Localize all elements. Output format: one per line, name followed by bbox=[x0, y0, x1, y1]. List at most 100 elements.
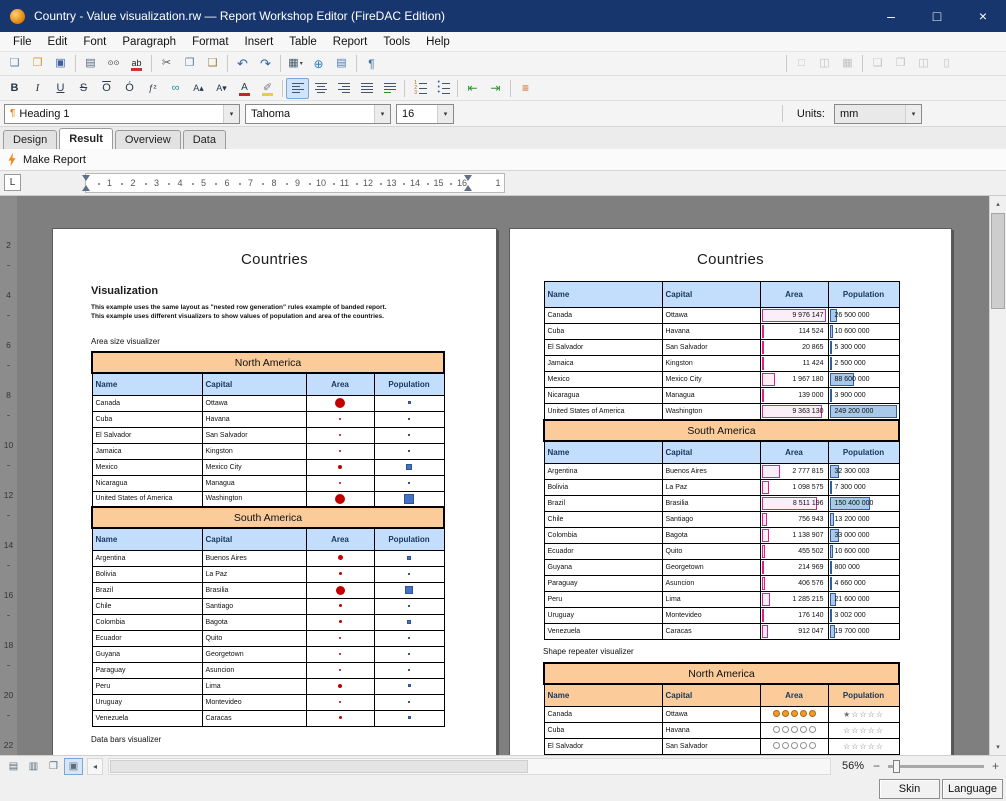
copy-icon[interactable]: ❐ bbox=[178, 53, 201, 74]
zoom-in-button[interactable]: + bbox=[989, 759, 1002, 773]
make-report-bar[interactable]: Make Report bbox=[0, 149, 1006, 171]
spellcheck-icon[interactable]: ab bbox=[125, 53, 148, 74]
report-page-right[interactable]: Countries NameCapitalAreaPopulationCanad… bbox=[509, 228, 952, 755]
language-button[interactable]: Language bbox=[942, 779, 1003, 799]
formatting-marks-icon[interactable]: ¶ bbox=[360, 53, 383, 74]
table-row: PeruLima bbox=[92, 678, 444, 694]
two-pages-view-icon[interactable]: ▣ bbox=[64, 758, 83, 775]
print-icon[interactable]: ▤ bbox=[79, 53, 102, 74]
align-justify-icon[interactable] bbox=[355, 78, 378, 99]
scroll-up-icon[interactable]: ▴ bbox=[990, 196, 1006, 212]
zoom-slider[interactable] bbox=[888, 765, 984, 768]
population-stars-cell: ☆☆☆☆☆ bbox=[828, 738, 899, 754]
horizontal-ruler[interactable]: 123456789101112131415161 bbox=[85, 173, 505, 193]
menu-table[interactable]: Table bbox=[281, 34, 325, 50]
paragraph-style-combo[interactable]: ¶ Heading 1 ▾ bbox=[4, 104, 240, 124]
grow-font-icon[interactable]: A▴ bbox=[187, 78, 210, 99]
units-combo[interactable]: mm ▾ bbox=[834, 104, 922, 124]
find-icon[interactable]: ⊙⊙ bbox=[102, 53, 125, 74]
hyperlink-icon[interactable]: ∞ bbox=[164, 78, 187, 99]
report-page-left[interactable]: Countries Visualization This example use… bbox=[52, 228, 497, 755]
cut-icon[interactable]: ✂ bbox=[155, 53, 178, 74]
underline-icon[interactable]: U bbox=[49, 78, 72, 99]
force-justify-icon[interactable] bbox=[378, 78, 401, 99]
align-left-icon[interactable] bbox=[286, 78, 309, 99]
population-bar-cell: 32 300 003 bbox=[828, 463, 899, 479]
scroll-left-icon[interactable]: ◂ bbox=[87, 758, 103, 775]
area-value: 8 511 196 bbox=[761, 496, 828, 511]
menu-font[interactable]: Font bbox=[75, 34, 114, 50]
tab-result[interactable]: Result bbox=[59, 128, 113, 149]
minimize-button[interactable]: – bbox=[868, 0, 914, 32]
menu-help[interactable]: Help bbox=[418, 34, 458, 50]
zoom-slider-thumb[interactable] bbox=[893, 760, 900, 773]
align-right-icon[interactable] bbox=[332, 78, 355, 99]
left-indent-marker[interactable] bbox=[82, 185, 90, 191]
dropdown-icon[interactable]: ▾ bbox=[374, 105, 390, 123]
font-name-combo[interactable]: Tahoma ▾ bbox=[245, 104, 391, 124]
save-icon[interactable]: ▣ bbox=[49, 53, 72, 74]
insert-table-icon[interactable]: ▦▾ bbox=[284, 53, 307, 74]
dropdown-icon[interactable]: ▾ bbox=[437, 105, 453, 123]
increase-indent-icon[interactable]: ⇥ bbox=[484, 78, 507, 99]
insert-hyperlink-icon[interactable]: ⊕ bbox=[307, 53, 330, 74]
strikethrough-icon[interactable]: S bbox=[72, 78, 95, 99]
menu-file[interactable]: File bbox=[5, 34, 40, 50]
decrease-indent-icon[interactable]: ⇤ bbox=[461, 78, 484, 99]
capital-cell: Santiago bbox=[202, 598, 306, 614]
tab-stop-selector[interactable]: L bbox=[4, 174, 21, 191]
close-button[interactable]: × bbox=[960, 0, 1006, 32]
menu-paragraph[interactable]: Paragraph bbox=[114, 34, 184, 50]
toolbar-separator bbox=[75, 55, 76, 72]
menu-format[interactable]: Format bbox=[184, 34, 236, 50]
menu-tools[interactable]: Tools bbox=[375, 34, 418, 50]
maximize-button[interactable]: □ bbox=[914, 0, 960, 32]
overline-icon[interactable]: O bbox=[95, 78, 118, 99]
titlebar[interactable]: Country - Value visualization.rw — Repor… bbox=[0, 0, 1006, 32]
insert-page-icon[interactable]: ▤ bbox=[330, 53, 353, 74]
horizontal-scrollbar[interactable] bbox=[108, 758, 831, 775]
menu-insert[interactable]: Insert bbox=[237, 34, 282, 50]
new-document-icon[interactable]: ❏ bbox=[3, 53, 26, 74]
undo-icon[interactable]: ↶ bbox=[231, 53, 254, 74]
menu-report[interactable]: Report bbox=[325, 34, 376, 50]
normal-view-icon[interactable]: ▤ bbox=[4, 758, 23, 775]
align-center-icon[interactable] bbox=[309, 78, 332, 99]
italic-icon[interactable]: I bbox=[26, 78, 49, 99]
tab-overview[interactable]: Overview bbox=[115, 130, 181, 149]
font-size-combo[interactable]: 16 ▾ bbox=[396, 104, 454, 124]
paste-icon[interactable]: ❑ bbox=[201, 53, 224, 74]
menu-edit[interactable]: Edit bbox=[40, 34, 76, 50]
font-color-icon[interactable]: A bbox=[233, 78, 256, 99]
dropdown-icon[interactable]: ▾ bbox=[905, 105, 921, 123]
country-name-cell: Nicaragua bbox=[544, 388, 662, 404]
dropdown-icon[interactable]: ▾ bbox=[223, 105, 239, 123]
vertical-scrollbar[interactable]: ▴ ▾ bbox=[989, 196, 1006, 755]
tab-data[interactable]: Data bbox=[183, 130, 226, 149]
highlight-color-icon[interactable]: ✐ bbox=[256, 78, 279, 99]
open-file-icon[interactable]: ❒ bbox=[26, 53, 49, 74]
line-spacing-icon[interactable]: ≡ bbox=[514, 78, 537, 99]
vertical-ruler[interactable]: 246810121416182022 bbox=[0, 196, 17, 755]
horizontal-scrollbar-thumb[interactable] bbox=[110, 760, 528, 773]
bold-icon[interactable]: B bbox=[3, 78, 26, 99]
page-layout-view-icon[interactable]: ❐ bbox=[44, 758, 63, 775]
population-bar-cell: 13 200 000 bbox=[828, 511, 899, 527]
population-square bbox=[408, 684, 411, 687]
bullet-list-icon[interactable]: ••• bbox=[431, 78, 454, 99]
skin-button[interactable]: Skin bbox=[879, 779, 940, 799]
area-bar-cell: 8 511 196 bbox=[760, 495, 828, 511]
shrink-font-icon[interactable]: A▾ bbox=[210, 78, 233, 99]
area-value: 20 865 bbox=[761, 340, 828, 355]
vertical-scrollbar-thumb[interactable] bbox=[991, 213, 1005, 309]
redo-icon[interactable]: ↷ bbox=[254, 53, 277, 74]
web-layout-view-icon[interactable]: ▥ bbox=[24, 758, 43, 775]
subscript-superscript-icon[interactable]: ƒ² bbox=[141, 78, 164, 99]
capital-cell: Lima bbox=[662, 591, 760, 607]
zoom-out-button[interactable]: − bbox=[870, 759, 883, 773]
tab-design[interactable]: Design bbox=[3, 130, 57, 149]
scroll-down-icon[interactable]: ▾ bbox=[990, 739, 1006, 755]
character-accent-icon[interactable]: Ó bbox=[118, 78, 141, 99]
numbered-list-icon[interactable]: 123 bbox=[408, 78, 431, 99]
first-line-indent-marker[interactable] bbox=[82, 175, 90, 181]
